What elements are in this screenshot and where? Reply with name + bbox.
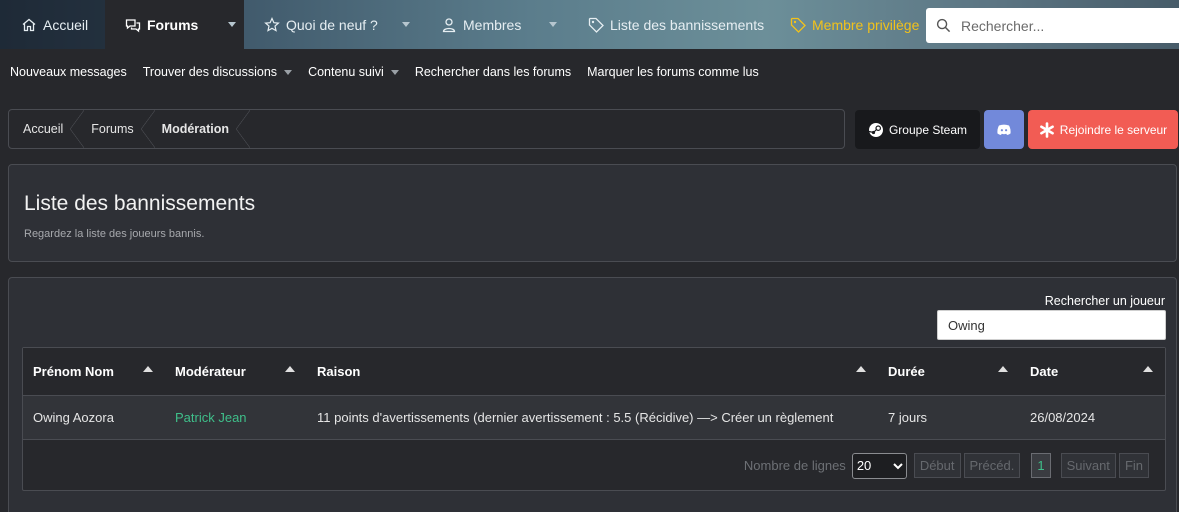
breadcrumb: Accueil Forums Modération bbox=[8, 109, 845, 149]
breadcrumb-home[interactable]: Accueil bbox=[9, 110, 77, 148]
subnav-find-threads-label: Trouver des discussions bbox=[142, 65, 278, 79]
nav-ban-list-label: Liste des bannissements bbox=[610, 16, 765, 33]
player-search-input[interactable] bbox=[937, 310, 1166, 340]
rows-per-page-select[interactable]: 102050100 bbox=[851, 452, 907, 479]
tag-icon bbox=[790, 17, 806, 33]
previous-page-button[interactable]: Précéd. bbox=[963, 453, 1021, 478]
breadcrumb-moderation[interactable]: Modération bbox=[148, 110, 243, 148]
chevron-down-icon[interactable] bbox=[390, 69, 399, 75]
nav-forums-label: Forums bbox=[147, 16, 199, 33]
nav-members-label: Membres bbox=[463, 16, 522, 33]
ban-list-panel: Rechercher un joueur Prénom Nom Modérate… bbox=[8, 277, 1177, 512]
cell-date: 26/08/2024 bbox=[1020, 395, 1165, 440]
last-page-button[interactable]: Fin bbox=[1118, 453, 1149, 478]
global-search[interactable] bbox=[926, 8, 1179, 43]
steam-group-label: Groupe Steam bbox=[888, 122, 968, 137]
discord-button[interactable] bbox=[984, 110, 1024, 149]
subnav-watched-label: Contenu suivi bbox=[308, 65, 384, 79]
join-server-button[interactable]: Rejoindre le serveur bbox=[1028, 110, 1178, 149]
column-header-name[interactable]: Prénom Nom bbox=[23, 348, 165, 396]
nav-members[interactable]: Membres bbox=[441, 0, 521, 49]
subnav-search-forums-label: Rechercher dans les forums bbox=[414, 65, 572, 79]
page-description: Regardez la liste des joueurs bannis. bbox=[24, 228, 205, 240]
column-header-reason-label: Raison bbox=[317, 363, 361, 379]
column-header-moderator-label: Modérateur bbox=[175, 363, 246, 379]
chevron-down-icon[interactable] bbox=[402, 22, 410, 27]
breadcrumb-forums[interactable]: Forums bbox=[77, 110, 147, 148]
top-navigation: Accueil Forums Quoi de neuf ? Membres Li… bbox=[0, 0, 1179, 49]
subnav-watched[interactable]: Contenu suivi bbox=[308, 65, 399, 79]
search-icon bbox=[936, 18, 961, 33]
cell-player-name: Owing Aozora bbox=[23, 395, 165, 440]
page-title: Liste des bannissements bbox=[24, 192, 256, 215]
column-header-name-label: Prénom Nom bbox=[33, 363, 114, 379]
nav-whats-new-label: Quoi de neuf ? bbox=[286, 16, 378, 33]
ban-table: Prénom Nom Modérateur Raison Durée Date … bbox=[23, 348, 1165, 440]
tag-icon bbox=[588, 17, 604, 33]
nav-privileged-label: Membre privilège bbox=[812, 16, 920, 33]
star-icon bbox=[264, 16, 280, 33]
asterisk-icon bbox=[1039, 121, 1060, 138]
steam-icon bbox=[868, 122, 889, 138]
column-header-date-label: Date bbox=[1030, 363, 1059, 379]
sort-up-icon bbox=[856, 366, 866, 372]
discord-icon bbox=[996, 122, 1012, 138]
nav-home[interactable]: Accueil bbox=[0, 0, 105, 49]
subnav-find-threads[interactable]: Trouver des discussions bbox=[142, 65, 293, 79]
column-header-duration-label: Durée bbox=[888, 363, 925, 379]
next-page-button[interactable]: Suivant bbox=[1060, 453, 1116, 478]
page-number-button[interactable]: 1 bbox=[1031, 453, 1051, 478]
comments-icon bbox=[125, 17, 141, 33]
rows-per-page-label: Nombre de lignes bbox=[743, 458, 846, 473]
subnav-new-messages-label: Nouveaux messages bbox=[10, 65, 127, 79]
table-header-row: Prénom Nom Modérateur Raison Durée Date bbox=[23, 348, 1165, 396]
ban-table-container: Prénom Nom Modérateur Raison Durée Date … bbox=[22, 347, 1166, 491]
nav-ban-list[interactable]: Liste des bannissements bbox=[588, 0, 764, 49]
nav-forums[interactable]: Forums bbox=[105, 0, 244, 49]
cell-duration: 7 jours bbox=[878, 395, 1020, 440]
sort-up-icon bbox=[1143, 366, 1153, 372]
chevron-down-icon[interactable] bbox=[549, 22, 557, 27]
subnav-mark-read-label: Marquer les forums comme lus bbox=[587, 65, 759, 79]
join-server-label: Rejoindre le serveur bbox=[1059, 122, 1168, 137]
subnav-mark-read[interactable]: Marquer les forums comme lus bbox=[587, 65, 759, 79]
sort-up-icon bbox=[998, 366, 1008, 372]
search-input[interactable] bbox=[961, 17, 1161, 34]
chevron-down-icon[interactable] bbox=[284, 69, 293, 75]
page-header: Liste des bannissements Regardez la list… bbox=[8, 164, 1177, 262]
steam-group-button[interactable]: Groupe Steam bbox=[855, 110, 980, 149]
nav-privileged-member[interactable]: Membre privilège bbox=[790, 0, 919, 49]
pagination: Nombre de lignes 102050100 Début Précéd.… bbox=[23, 440, 1165, 491]
column-header-moderator[interactable]: Modérateur bbox=[165, 348, 307, 396]
sub-navigation: Nouveaux messages Trouver des discussion… bbox=[0, 49, 1179, 95]
home-icon bbox=[21, 17, 37, 33]
column-header-reason[interactable]: Raison bbox=[307, 348, 878, 396]
column-header-date[interactable]: Date bbox=[1020, 348, 1165, 396]
sort-up-icon bbox=[285, 366, 295, 372]
subnav-search-forums[interactable]: Rechercher dans les forums bbox=[415, 65, 571, 79]
column-header-duration[interactable]: Durée bbox=[878, 348, 1020, 396]
chevron-down-icon[interactable] bbox=[228, 22, 236, 27]
table-row: Owing Aozora Patrick Jean 11 points d'av… bbox=[23, 395, 1165, 440]
cell-reason: 11 points d'avertissements (dernier aver… bbox=[307, 395, 878, 440]
subnav-new-messages[interactable]: Nouveaux messages bbox=[10, 65, 127, 79]
first-page-button[interactable]: Début bbox=[913, 453, 961, 478]
cell-moderator-link[interactable]: Patrick Jean bbox=[165, 395, 307, 440]
user-icon bbox=[441, 17, 457, 33]
nav-whats-new[interactable]: Quoi de neuf ? bbox=[264, 0, 378, 49]
sort-up-icon bbox=[143, 366, 153, 372]
player-search-label: Rechercher un joueur bbox=[1044, 294, 1165, 308]
nav-home-label: Accueil bbox=[43, 16, 89, 33]
